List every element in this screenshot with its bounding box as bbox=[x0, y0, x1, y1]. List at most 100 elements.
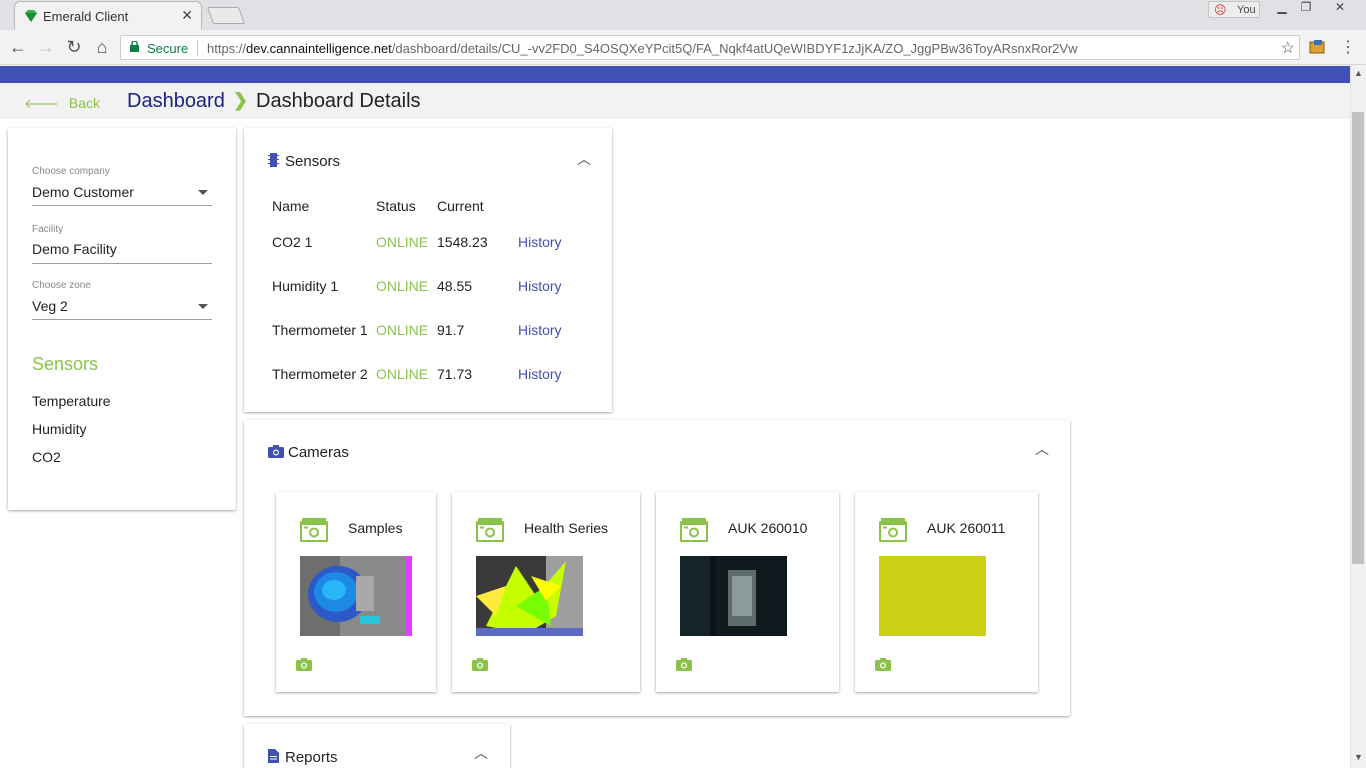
breadcrumb: 🡐 Back Dashboard ❯ Dashboard Details bbox=[0, 83, 1350, 119]
sensor-name: Thermometer 2 bbox=[272, 366, 368, 382]
camera-snapshot-icon[interactable] bbox=[875, 658, 891, 671]
report-document-icon bbox=[268, 749, 279, 763]
restore-icon[interactable]: ❐ bbox=[1294, 0, 1318, 16]
camera-thumbnail[interactable] bbox=[879, 556, 986, 636]
lock-icon bbox=[130, 41, 139, 52]
tab-close-icon[interactable]: ✕ bbox=[181, 7, 193, 24]
history-link[interactable]: History bbox=[518, 366, 562, 382]
chevron-down-icon bbox=[198, 304, 208, 309]
chevron-down-icon bbox=[198, 190, 208, 195]
camera-icon bbox=[476, 518, 504, 542]
minimize-icon[interactable]: ▁ bbox=[1270, 0, 1294, 16]
camera-snapshot-icon[interactable] bbox=[296, 658, 312, 671]
zone-value: Veg 2 bbox=[32, 298, 68, 314]
camera-snapshot-icon[interactable] bbox=[472, 658, 488, 671]
status-badge: ONLINE bbox=[376, 322, 429, 338]
sensor-type-co2[interactable]: CO2 bbox=[32, 449, 61, 465]
url-scheme: https:// bbox=[207, 41, 247, 56]
back-label: Back bbox=[68, 95, 100, 111]
scroll-up-icon[interactable]: ▲ bbox=[1354, 68, 1363, 78]
extension-icon[interactable] bbox=[1309, 39, 1327, 55]
chevron-up-icon[interactable]: ︿ bbox=[474, 743, 488, 763]
bookmark-star-icon[interactable]: ☆ bbox=[1281, 38, 1295, 58]
company-select[interactable]: Choose company Demo Customer bbox=[32, 166, 212, 206]
sensor-name: Thermometer 1 bbox=[272, 322, 368, 338]
camera-name: AUK 260011 bbox=[927, 520, 1006, 536]
history-link[interactable]: History bbox=[518, 278, 562, 294]
app-bar bbox=[0, 66, 1350, 83]
profile-button[interactable]: ☹ You bbox=[1208, 1, 1260, 18]
camera-icon bbox=[879, 518, 907, 542]
sensors-card: Sensors ︿ Name Status Current CO2 1 ONLI… bbox=[244, 128, 612, 412]
secure-label: Secure bbox=[147, 41, 189, 56]
url-text[interactable]: https://dev.cannaintelligence.net/dashbo… bbox=[207, 41, 1077, 56]
history-link[interactable]: History bbox=[518, 234, 562, 250]
sensors-heading: Sensors bbox=[32, 354, 99, 374]
sensors-card-title: Sensors bbox=[285, 153, 341, 170]
browser-menu-icon[interactable]: ⋮ bbox=[1340, 37, 1356, 57]
sensor-current-value: 1548.23 bbox=[437, 234, 488, 250]
home-icon[interactable]: ⌂ bbox=[90, 36, 114, 58]
browser-toolbar: ← → ↻ ⌂ Secure https://dev.cannaintellig… bbox=[0, 30, 1366, 65]
camera-name: Samples bbox=[348, 520, 403, 536]
status-badge: ONLINE bbox=[376, 366, 429, 382]
breadcrumb-dashboard-link[interactable]: Dashboard bbox=[127, 90, 225, 113]
back-button[interactable]: 🡐 Back bbox=[24, 95, 100, 112]
company-value: Demo Customer bbox=[32, 184, 134, 200]
camera-tile-samples[interactable]: Samples bbox=[276, 492, 436, 692]
emerald-gem-icon bbox=[25, 10, 37, 22]
sensor-type-temperature[interactable]: Temperature bbox=[32, 393, 111, 409]
status-badge: ONLINE bbox=[376, 234, 429, 250]
camera-icon bbox=[300, 518, 328, 542]
scrollbar-thumb[interactable] bbox=[1352, 112, 1364, 564]
sensor-type-humidity[interactable]: Humidity bbox=[32, 421, 86, 437]
back-arrow-icon[interactable]: ← bbox=[6, 36, 30, 58]
camera-thumbnail[interactable] bbox=[476, 556, 583, 636]
facility-field[interactable]: Facility Demo Facility bbox=[32, 224, 212, 264]
window-close-icon[interactable]: ✕ bbox=[1328, 0, 1352, 16]
status-badge: ONLINE bbox=[376, 278, 429, 294]
sensor-current-value: 48.55 bbox=[437, 278, 473, 294]
camera-tile-health-series[interactable]: Health Series bbox=[452, 492, 640, 692]
reload-icon[interactable]: ↻ bbox=[62, 36, 86, 58]
omnibox-divider bbox=[197, 40, 198, 56]
sensor-name: CO2 1 bbox=[272, 234, 313, 250]
chevron-up-icon[interactable]: ︿ bbox=[577, 149, 591, 169]
profile-icon: ☹ bbox=[1214, 3, 1227, 17]
chevron-up-icon[interactable]: ︿ bbox=[1035, 439, 1049, 459]
back-arrow-icon: 🡐 bbox=[24, 96, 59, 111]
forward-arrow-icon[interactable]: → bbox=[34, 36, 58, 58]
company-label: Choose company bbox=[32, 166, 110, 177]
chevron-right-icon: ❯ bbox=[233, 90, 249, 110]
cameras-card: Cameras ︿ Samples Health Series AUK 2600… bbox=[244, 420, 1070, 716]
address-bar[interactable]: Secure https://dev.cannaintelligence.net… bbox=[120, 35, 1300, 60]
facility-label: Facility bbox=[32, 224, 64, 235]
browser-tab[interactable]: Emerald Client ✕ bbox=[14, 1, 202, 30]
zone-select[interactable]: Choose zone Veg 2 bbox=[32, 280, 212, 320]
camera-tile-auk-260011[interactable]: AUK 260011 bbox=[855, 492, 1038, 692]
sensor-current-value: 71.73 bbox=[437, 366, 473, 382]
web-page: 🡐 Back Dashboard ❯ Dashboard Details Choo… bbox=[0, 66, 1366, 768]
column-header-name: Name bbox=[272, 198, 310, 214]
sensor-chip-icon bbox=[268, 153, 279, 167]
profile-label: You bbox=[1237, 4, 1256, 16]
new-tab-button[interactable] bbox=[206, 7, 246, 24]
filter-panel: Choose company Demo Customer Facility De… bbox=[8, 128, 236, 510]
url-path: /dashboard/details/CU_-vv2FD0_S4OSQXeYPc… bbox=[391, 41, 1078, 56]
sensor-current-value: 91.7 bbox=[437, 322, 465, 338]
page-title: Dashboard Details bbox=[256, 90, 421, 112]
cameras-card-title: Cameras bbox=[288, 444, 349, 461]
scroll-down-icon[interactable]: ▼ bbox=[1354, 752, 1363, 762]
sensor-name: Humidity 1 bbox=[272, 278, 339, 294]
camera-name: Health Series bbox=[524, 520, 609, 536]
history-link[interactable]: History bbox=[518, 322, 562, 338]
camera-thumbnail[interactable] bbox=[680, 556, 787, 636]
camera-snapshot-icon[interactable] bbox=[676, 658, 692, 671]
reports-card: Reports ︿ bbox=[244, 724, 510, 768]
camera-icon bbox=[680, 518, 708, 542]
camera-tile-auk-260010[interactable]: AUK 260010 bbox=[656, 492, 839, 692]
zone-label: Choose zone bbox=[32, 280, 91, 291]
camera-thumbnail[interactable] bbox=[300, 556, 412, 636]
column-header-current: Current bbox=[437, 198, 484, 214]
url-host: dev.cannaintelligence.net bbox=[246, 41, 392, 56]
